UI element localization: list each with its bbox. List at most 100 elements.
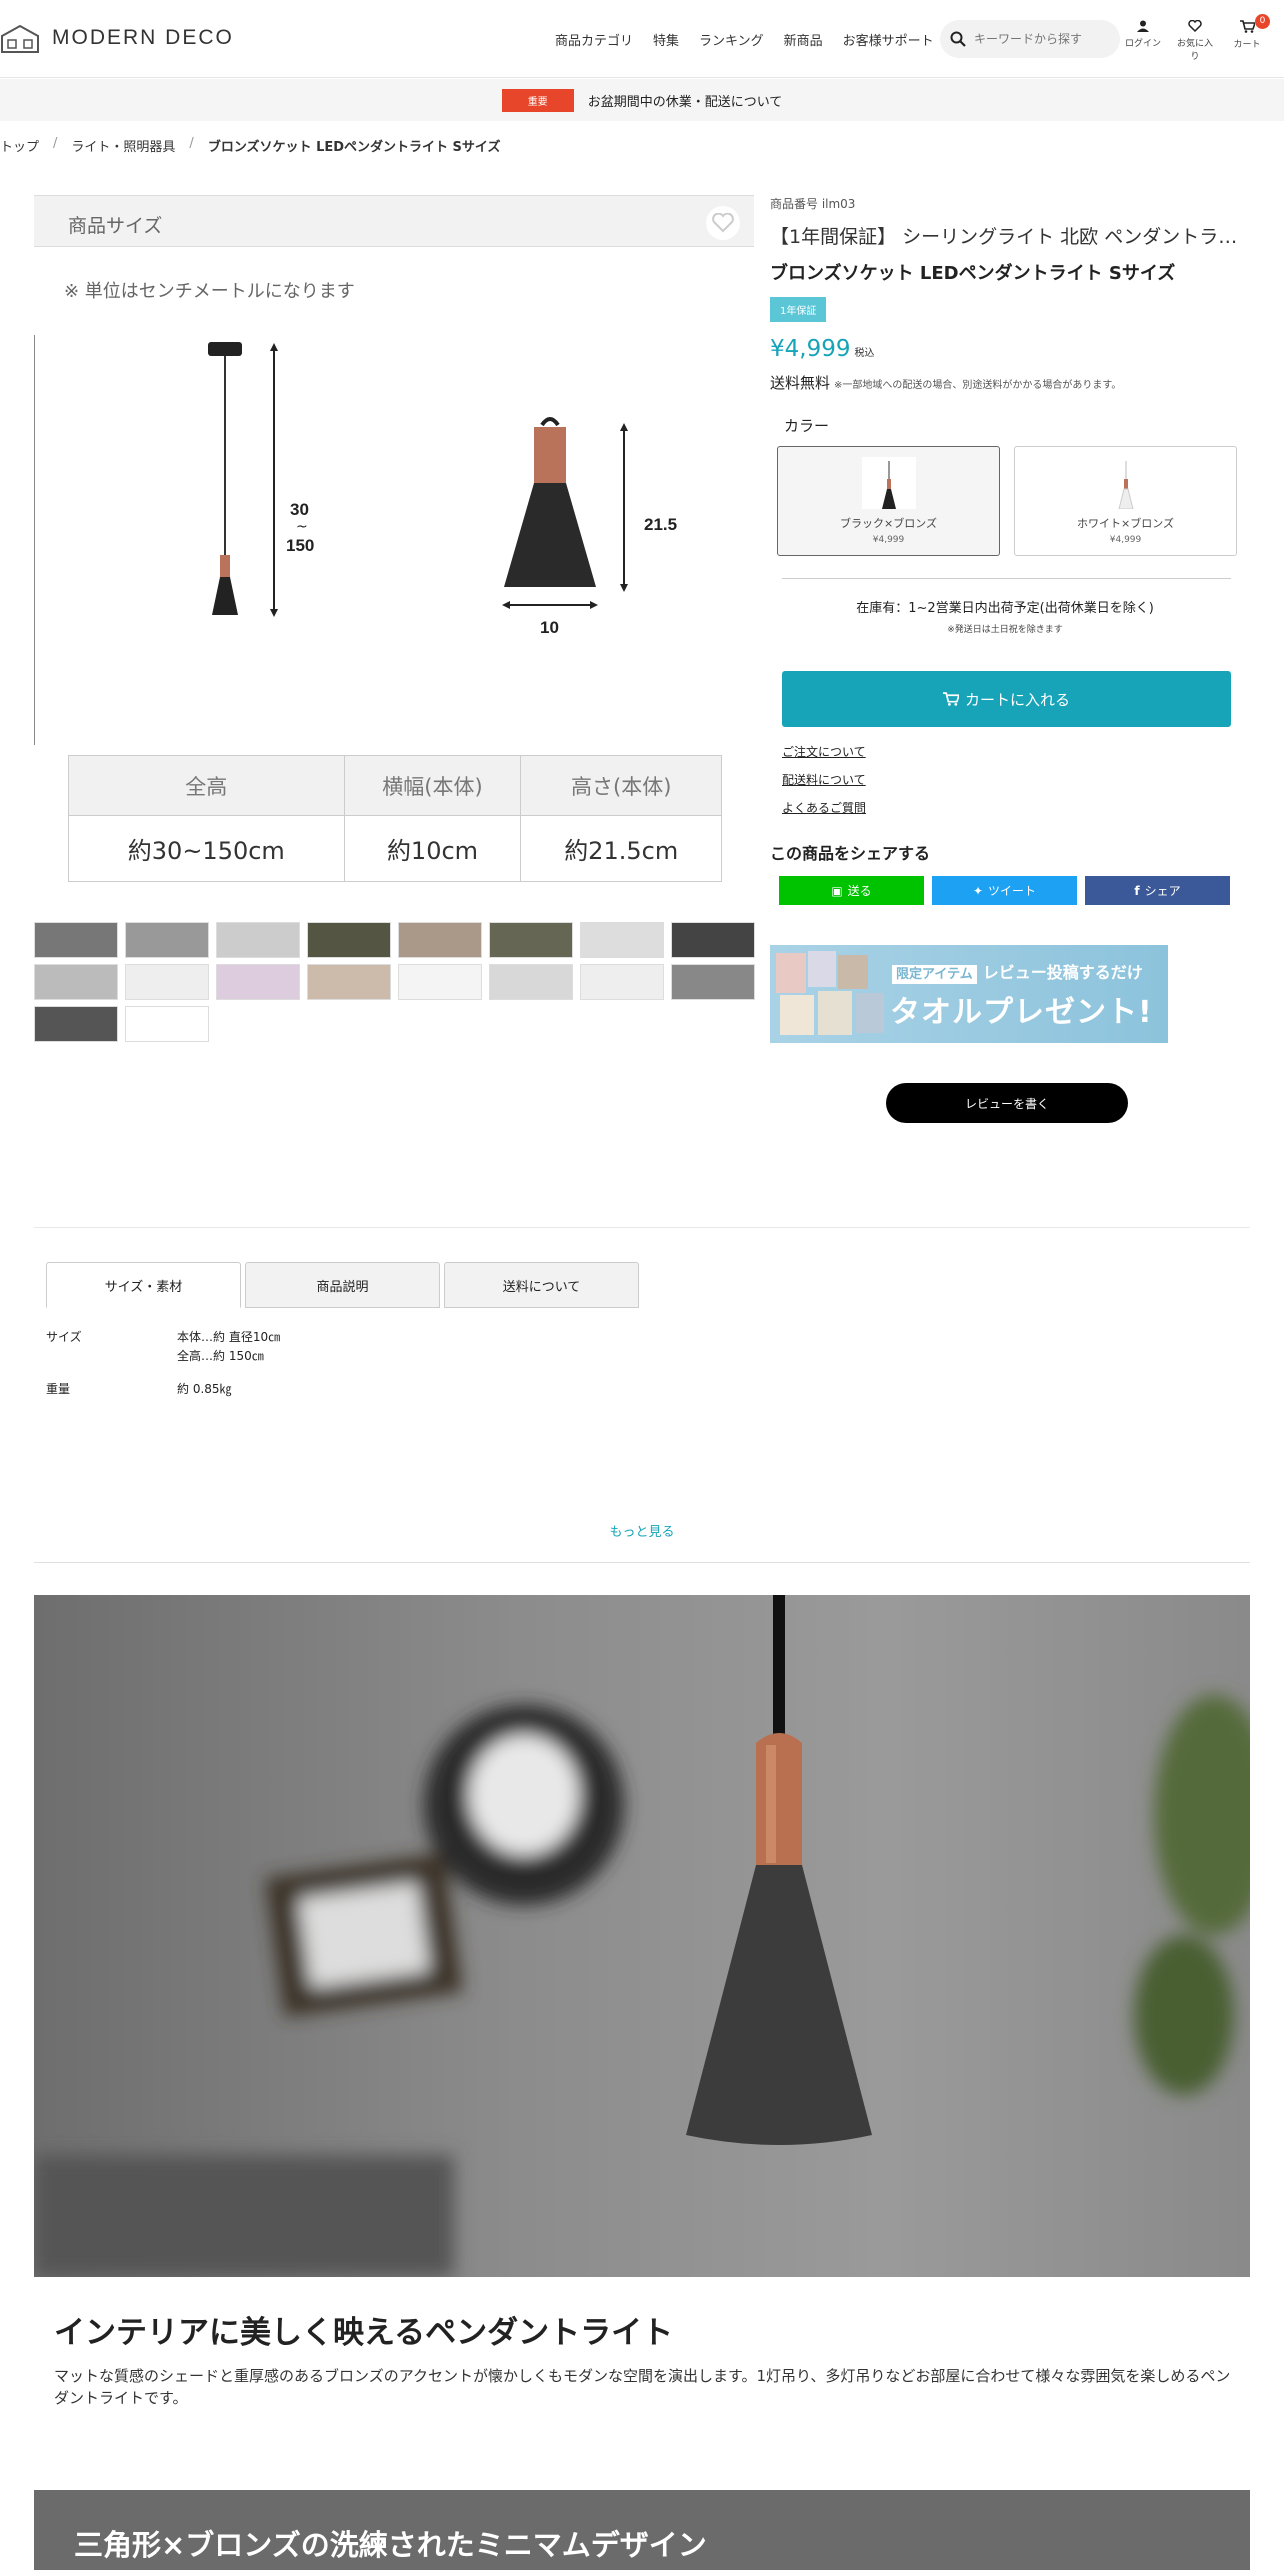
product-thumbnail[interactable] [671, 922, 755, 958]
product-main-image[interactable]: 商品サイズ ※ 単位はセンチメートルになります 30 ~ 150 21.5 10… [34, 195, 754, 890]
write-review-button[interactable]: レビューを書く [886, 1083, 1128, 1123]
heart-icon [1188, 20, 1202, 32]
cart-icon [1239, 20, 1255, 33]
color-name: ブラック×ブロンズ [840, 517, 937, 530]
nav-category[interactable]: 商品カテゴリ [555, 30, 633, 49]
twitter-share-label: ツイート [988, 884, 1037, 898]
product-thumbnail[interactable] [125, 922, 209, 958]
twitter-share-button[interactable]: ✦ ツイート [932, 876, 1077, 905]
spec-value: 約 0.85㎏ [177, 1382, 232, 1396]
facebook-share-label: シェア [1144, 884, 1181, 898]
color-option-white[interactable]: ホワイト×ブロンズ ¥4,999 [1014, 446, 1237, 556]
feature-band-title: 三角形×ブロンズの洗練されたミニマムデザイン [74, 2528, 707, 2562]
product-thumbnail[interactable] [34, 922, 118, 958]
logo-text: MODERN DECO [52, 26, 234, 49]
notice-text[interactable]: お盆期間中の休業・配送について [588, 91, 783, 110]
shipping-note: ※一部地域への配送の場合、別途送料がかかる場合があります。 [834, 380, 1122, 391]
product-thumbnail[interactable] [307, 964, 391, 1000]
cart-label: カート [1233, 40, 1261, 50]
user-icon [1137, 20, 1149, 32]
towels-image [776, 951, 884, 1035]
product-thumbnail[interactable] [34, 964, 118, 1000]
product-thumbnail[interactable] [125, 1006, 209, 1042]
svg-text:150: 150 [286, 536, 314, 555]
breadcrumb-current: ブロンズソケット LEDペンダントライト Sサイズ [207, 140, 501, 155]
nav-new[interactable]: 新商品 [784, 30, 823, 49]
logo[interactable]: MODERN DECO [0, 22, 234, 54]
line-icon: ▣ [831, 883, 843, 898]
facebook-share-button[interactable]: f シェア [1085, 876, 1230, 905]
price-value: ¥4,999 [770, 336, 851, 362]
product-thumbnail[interactable] [34, 1006, 118, 1042]
color-swatch-black [861, 457, 916, 509]
tab-description[interactable]: 商品説明 [245, 1262, 440, 1308]
banner-line2: タオルプレゼント! [890, 995, 1153, 1030]
favorite-button[interactable] [706, 206, 740, 240]
cart-button[interactable]: カート 0 [1228, 14, 1270, 62]
product-thumbnail[interactable] [216, 964, 300, 1000]
product-thumbnail[interactable] [580, 964, 664, 1000]
product-thumbnail[interactable] [671, 964, 755, 1000]
search-input[interactable] [974, 32, 1114, 46]
svg-text:~: ~ [296, 519, 308, 535]
login-button[interactable]: ログイン [1124, 20, 1162, 62]
login-label: ログイン [1124, 39, 1161, 49]
unit-note: ※ 単位はセンチメートルになります [64, 281, 355, 302]
product-thumbnail[interactable] [216, 922, 300, 958]
color-name: ホワイト×ブロンズ [1077, 517, 1174, 530]
product-thumbnail[interactable] [307, 922, 391, 958]
notice-tag: 重要 [501, 88, 574, 112]
breadcrumb-separator: / [189, 136, 194, 151]
spec-value: 全高…約 150㎝ [177, 1349, 264, 1363]
share-buttons: ▣ 送る ✦ ツイート f シェア [779, 876, 1240, 905]
shipping: 送料無料 ※一部地域への配送の場合、別途送料がかかる場合があります。 [770, 372, 1240, 393]
favorites-button[interactable]: お気に入り [1176, 20, 1214, 62]
breadcrumb-top[interactable]: トップ [0, 136, 39, 155]
add-to-cart-button[interactable]: カートに入れる [782, 671, 1231, 727]
nav-support[interactable]: お客様サポート [843, 30, 934, 49]
product-thumbnail[interactable] [489, 922, 573, 958]
facebook-icon: f [1134, 883, 1140, 898]
product-thumbnail[interactable] [580, 922, 664, 958]
spec-value: 本体…約 直径10㎝ [177, 1330, 281, 1344]
review-campaign-banner[interactable]: 限定アイテム レビュー投稿するだけ タオルプレゼント! [770, 945, 1168, 1043]
faq-link[interactable]: よくあるご質問 [782, 799, 1240, 816]
info-links: ご注文について 配送料について よくあるご質問 [782, 743, 1240, 816]
spec-key: サイズ [46, 1330, 82, 1344]
svg-text:30: 30 [290, 500, 309, 519]
house-logo-icon [1, 24, 39, 53]
line-share-button[interactable]: ▣ 送る [779, 876, 924, 905]
product-thumbnail[interactable] [398, 964, 482, 1000]
product-subtitle: ブロンズソケット LEDペンダントライト Sサイズ [770, 263, 1176, 284]
feature-band: 三角形×ブロンズの洗練されたミニマムデザイン [34, 2490, 1250, 2570]
price: ¥4,999 税込 [770, 336, 1240, 362]
dim-value: 約10cm [343, 815, 522, 882]
color-swatch-white [1098, 457, 1153, 509]
spec-list: サイズ 本体…約 直径10㎝ 全高…約 150㎝ 重量 約 0.85㎏ [46, 1328, 280, 1413]
product-thumbnail[interactable] [125, 964, 209, 1000]
search-icon[interactable] [950, 31, 966, 47]
color-options: ブラック×ブロンズ ¥4,999 ホワイト×ブロンズ ¥4,999 [777, 446, 1240, 556]
header-icons: ログイン お気に入り カート 0 [1124, 14, 1270, 62]
add-to-cart-label: カートに入れる [964, 690, 1070, 709]
product-thumbnail[interactable] [398, 922, 482, 958]
show-more-link[interactable]: もっと見る [0, 1521, 1284, 1540]
breadcrumb-category[interactable]: ライト・照明器具 [71, 136, 175, 155]
feature-hero-image [34, 1595, 1250, 2277]
shade-height-label: 21.5 [644, 515, 677, 534]
nav-feature[interactable]: 特集 [653, 30, 679, 49]
shipping-fee-link[interactable]: 配送料について [782, 771, 1240, 788]
color-option-black[interactable]: ブラック×ブロンズ ¥4,999 [777, 446, 1000, 556]
notice-bar[interactable]: 重要 お盆期間中の休業・配送について [0, 79, 1284, 121]
nav-ranking[interactable]: ランキング [699, 30, 764, 49]
product-title: 【1年間保証】 シーリングライト 北欧 ペンダントライト [770, 226, 1240, 248]
product-thumbnail[interactable] [489, 964, 573, 1000]
order-info-link[interactable]: ご注文について [782, 743, 1240, 760]
spec-key: 重量 [46, 1382, 71, 1396]
tab-size-material[interactable]: サイズ・素材 [46, 1262, 241, 1308]
banner-tag: 限定アイテム [892, 965, 977, 984]
shipping-label: 送料無料 [770, 374, 831, 392]
product-info-panel: 商品番号 ilm03 【1年間保証】 シーリングライト 北欧 ペンダントライト … [770, 195, 1240, 1123]
tab-shipping[interactable]: 送料について [444, 1262, 639, 1308]
search-box [940, 20, 1120, 58]
